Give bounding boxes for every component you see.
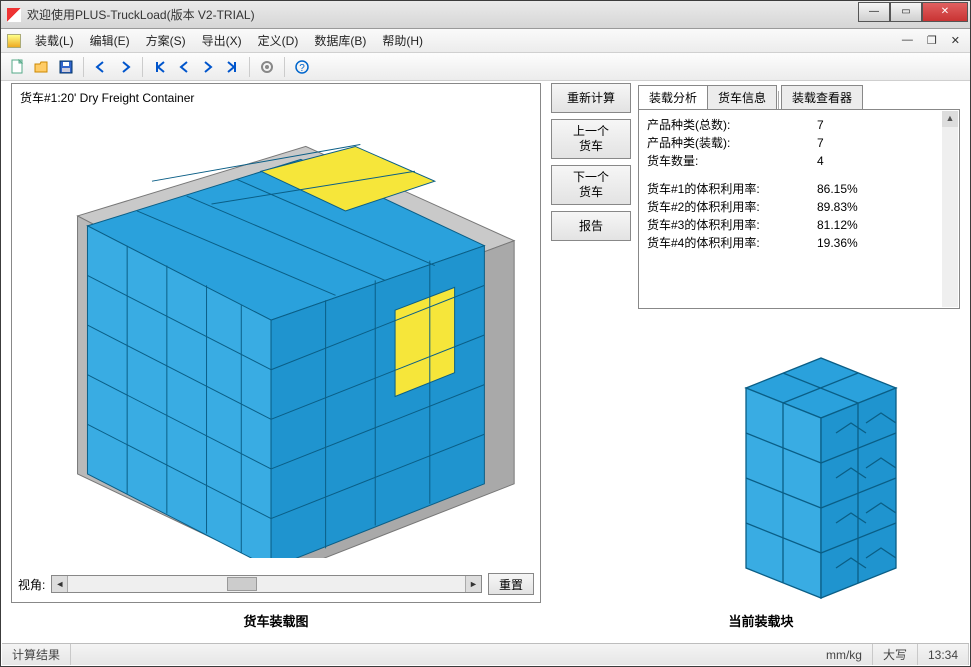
separator	[83, 57, 84, 77]
next-icon[interactable]	[197, 56, 219, 78]
recalc-button[interactable]: 重新计算	[551, 83, 631, 113]
tab-viewer[interactable]: 装载查看器	[781, 85, 863, 109]
open-icon[interactable]	[31, 56, 53, 78]
info-val: 19.36%	[817, 234, 858, 252]
spacer	[647, 170, 949, 180]
info-val: 7	[817, 116, 824, 134]
info-body: 产品种类(总数):7 产品种类(装载):7 货车数量:4 货车#1的体积利用率:…	[638, 109, 960, 309]
info-row: 产品种类(总数):7	[647, 116, 949, 134]
tab-truck-info[interactable]: 货车信息	[707, 85, 777, 109]
report-button[interactable]: 报告	[551, 211, 631, 241]
info-row: 产品种类(装载):7	[647, 134, 949, 152]
tab-analysis[interactable]: 装载分析	[638, 85, 708, 109]
separator	[249, 57, 250, 77]
tab-separator	[778, 91, 779, 109]
info-val: 7	[817, 134, 824, 152]
status-time: 13:34	[918, 644, 969, 665]
prev-truck-button[interactable]: 上一个 货车	[551, 119, 631, 159]
angle-scrollbar[interactable]: ◄ ►	[51, 575, 482, 593]
viewport-title: 货车#1:20' Dry Freight Container	[12, 84, 540, 111]
info-key: 产品种类(总数):	[647, 116, 817, 134]
viewport-3d[interactable]	[18, 112, 534, 558]
last-icon[interactable]	[221, 56, 243, 78]
info-row: 货车#3的体积利用率:81.12%	[647, 216, 949, 234]
window: 欢迎使用PLUS-TruckLoad(版本 V2-TRIAL) — ▭ ✕ 装载…	[0, 0, 971, 667]
scroll-right-icon[interactable]: ►	[465, 576, 481, 592]
viewport-bottom: 视角: ◄ ► 重置	[18, 572, 534, 596]
scroll-thumb[interactable]	[227, 577, 257, 591]
tabs: 装载分析 货车信息 装载查看器	[638, 83, 960, 109]
block-caption: 当前装载块	[571, 611, 951, 630]
info-val: 81.12%	[817, 216, 858, 234]
scroll-left-icon[interactable]: ◄	[52, 576, 68, 592]
reset-button[interactable]: 重置	[488, 573, 534, 595]
info-row: 货车#2的体积利用率:89.83%	[647, 198, 949, 216]
info-key: 货车数量:	[647, 152, 817, 170]
menu-db[interactable]: 数据库(B)	[306, 30, 374, 51]
content: 货车#1:20' Dry Freight Container	[11, 83, 960, 642]
mdi-close[interactable]: ✕	[947, 34, 964, 47]
info-row: 货车#4的体积利用率:19.36%	[647, 234, 949, 252]
maximize-button[interactable]: ▭	[890, 2, 922, 22]
mdi-controls: — ❐ ✕	[898, 34, 964, 47]
status-left: 计算结果	[2, 644, 71, 665]
info-key: 货车#4的体积利用率:	[647, 234, 817, 252]
block-3d[interactable]	[651, 333, 941, 603]
viewport-panel: 货车#1:20' Dry Freight Container	[11, 83, 541, 603]
info-val: 89.83%	[817, 198, 858, 216]
back-icon[interactable]	[90, 56, 112, 78]
info-val: 86.15%	[817, 180, 858, 198]
next-truck-button[interactable]: 下一个 货车	[551, 165, 631, 205]
menu-plan[interactable]: 方案(S)	[138, 30, 194, 51]
info-row: 货车数量:4	[647, 152, 949, 170]
angle-label: 视角:	[18, 576, 45, 593]
menubar: 装载(L) 编辑(E) 方案(S) 导出(X) 定义(D) 数据库(B) 帮助(…	[1, 29, 970, 53]
app-menu-icon	[7, 34, 21, 48]
settings-icon[interactable]	[256, 56, 278, 78]
help-icon[interactable]: ?	[291, 56, 313, 78]
minimize-button[interactable]: —	[858, 2, 890, 22]
window-controls: — ▭ ✕	[858, 4, 968, 26]
scroll-up-icon[interactable]: ▲	[942, 111, 958, 127]
app-icon	[7, 8, 21, 22]
mdi-restore[interactable]: ❐	[923, 34, 941, 47]
statusbar: 计算结果 mm/kg 大写 13:34	[2, 643, 969, 665]
info-row: 货车#1的体积利用率:86.15%	[647, 180, 949, 198]
menu-define[interactable]: 定义(D)	[250, 30, 307, 51]
info-scrollbar[interactable]: ▲	[942, 111, 958, 307]
separator	[284, 57, 285, 77]
titlebar: 欢迎使用PLUS-TruckLoad(版本 V2-TRIAL) — ▭ ✕	[1, 1, 970, 29]
scroll-track[interactable]	[68, 576, 465, 592]
side-buttons: 重新计算 上一个 货车 下一个 货车 报告	[551, 83, 631, 241]
svg-text:?: ?	[299, 63, 305, 74]
close-button[interactable]: ✕	[922, 2, 968, 22]
menu-export[interactable]: 导出(X)	[194, 30, 250, 51]
menu-edit[interactable]: 编辑(E)	[82, 30, 138, 51]
info-key: 货车#1的体积利用率:	[647, 180, 817, 198]
status-units: mm/kg	[816, 644, 873, 665]
first-icon[interactable]	[149, 56, 171, 78]
forward-icon[interactable]	[114, 56, 136, 78]
info-key: 货车#2的体积利用率:	[647, 198, 817, 216]
window-title: 欢迎使用PLUS-TruckLoad(版本 V2-TRIAL)	[27, 6, 858, 23]
info-wrap: 装载分析 货车信息 装载查看器 产品种类(总数):7 产品种类(装载):7 货车…	[638, 83, 960, 309]
toolbar: ?	[1, 53, 970, 81]
prev-icon[interactable]	[173, 56, 195, 78]
separator	[142, 57, 143, 77]
info-key: 货车#3的体积利用率:	[647, 216, 817, 234]
save-icon[interactable]	[55, 56, 77, 78]
menu-help[interactable]: 帮助(H)	[374, 30, 431, 51]
status-caps: 大写	[873, 644, 918, 665]
menu-load[interactable]: 装载(L)	[27, 30, 82, 51]
new-icon[interactable]	[7, 56, 29, 78]
info-key: 产品种类(装载):	[647, 134, 817, 152]
viewport-caption: 货车装载图	[11, 611, 541, 630]
mdi-minimize[interactable]: —	[898, 34, 917, 47]
info-val: 4	[817, 152, 824, 170]
